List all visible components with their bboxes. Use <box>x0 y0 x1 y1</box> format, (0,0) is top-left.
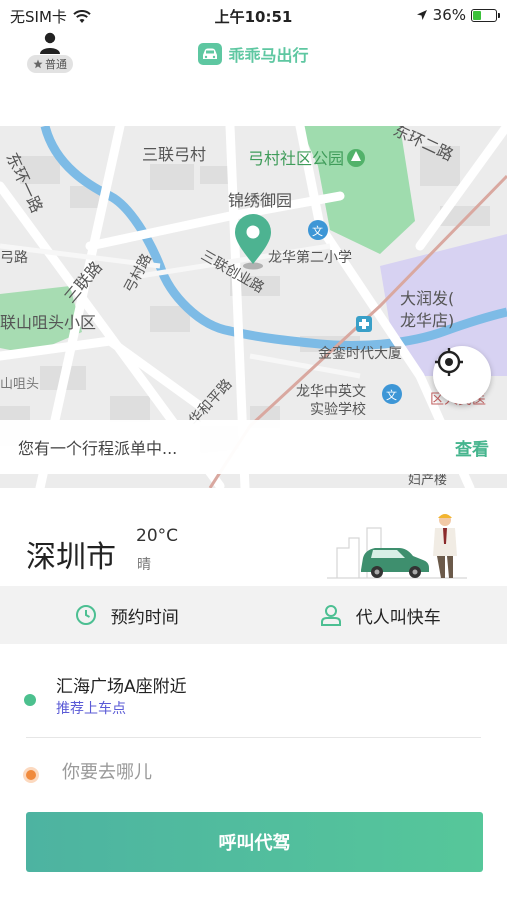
map-label: 金銮时代大厦 <box>318 345 402 362</box>
map-label: 龙华中英文 <box>296 383 366 400</box>
schedule-time-label: 预约时间 <box>110 607 179 628</box>
map-label: 联山咀头小区 <box>0 313 96 332</box>
pickup-hint[interactable]: 推荐上车点 <box>56 698 126 718</box>
status-bar: 无SIM卡 上午10:51 36% <box>0 0 507 30</box>
battery-percent: 36% <box>432 6 466 24</box>
options-row: 预约时间 代人叫快车 <box>0 586 507 644</box>
call-driver-button[interactable]: 呼叫代驾 <box>26 812 483 872</box>
pickup-row[interactable]: 汇海广场A座附近 推荐上车点 <box>0 664 507 738</box>
brand: 乖乖马出行 <box>0 42 507 66</box>
order-panel: 深圳市 20°C 晴 预约时间 代人叫快车 汇海广场A座附近 推荐上车点 你要去… <box>0 488 507 900</box>
trip-message: 您有一个行程派单中... <box>18 439 178 458</box>
map-label: 龙华店) <box>400 311 454 330</box>
destination-input[interactable] <box>62 762 462 783</box>
clock-icon <box>75 605 96 625</box>
pickup-dot <box>24 694 36 706</box>
city-name: 深圳市 <box>26 540 116 575</box>
school-icon: 文 <box>382 384 402 404</box>
svg-text:文: 文 <box>312 224 323 238</box>
map-label: 锦绣御园 <box>228 191 292 210</box>
car-logo-icon <box>198 43 223 65</box>
brand-name: 乖乖马出行 <box>228 46 309 65</box>
battery-icon <box>471 8 500 22</box>
map-label: 大润发( <box>400 289 454 308</box>
driver-car-illustration <box>327 514 467 579</box>
weather-condition: 晴 <box>137 557 151 573</box>
hospital-icon <box>356 316 372 332</box>
proxy-call-button[interactable]: 代人叫快车 <box>254 586 507 644</box>
destination-dot <box>26 770 36 780</box>
school-icon: 文 <box>308 220 328 240</box>
trip-banner[interactable]: 您有一个行程派单中... 查看 <box>0 420 507 474</box>
map-label: 龙华第二小学 <box>268 249 352 266</box>
destination-row[interactable] <box>0 738 507 812</box>
map-label: 弓路 <box>0 250 28 266</box>
locate-icon[interactable] <box>433 346 465 378</box>
schedule-time-button[interactable]: 预约时间 <box>0 586 254 644</box>
status-right: 36% <box>416 6 500 24</box>
map-label: 妇产楼 <box>408 472 447 488</box>
pickup-address[interactable]: 汇海广场A座附近 <box>56 672 187 697</box>
map-label: 弓村社区公园 <box>248 149 344 168</box>
map-label: 实验学校 <box>310 401 366 418</box>
location-arrow-icon <box>416 10 427 20</box>
temperature: 20°C <box>136 526 179 546</box>
map-label: 山咀头 <box>0 377 39 392</box>
map-label: 三联弓村 <box>142 145 206 164</box>
locate-button[interactable] <box>433 346 491 404</box>
person-icon <box>320 605 341 626</box>
app-header: 普通 乖乖马出行 <box>0 30 507 80</box>
proxy-call-label: 代人叫快车 <box>355 607 441 628</box>
battery-fill <box>473 10 481 20</box>
weather-row: 深圳市 20°C 晴 <box>0 488 507 586</box>
svg-text:文: 文 <box>386 388 397 402</box>
view-trip-link[interactable]: 查看 <box>455 435 489 460</box>
park-icon <box>347 149 365 167</box>
battery-cap <box>498 12 500 18</box>
